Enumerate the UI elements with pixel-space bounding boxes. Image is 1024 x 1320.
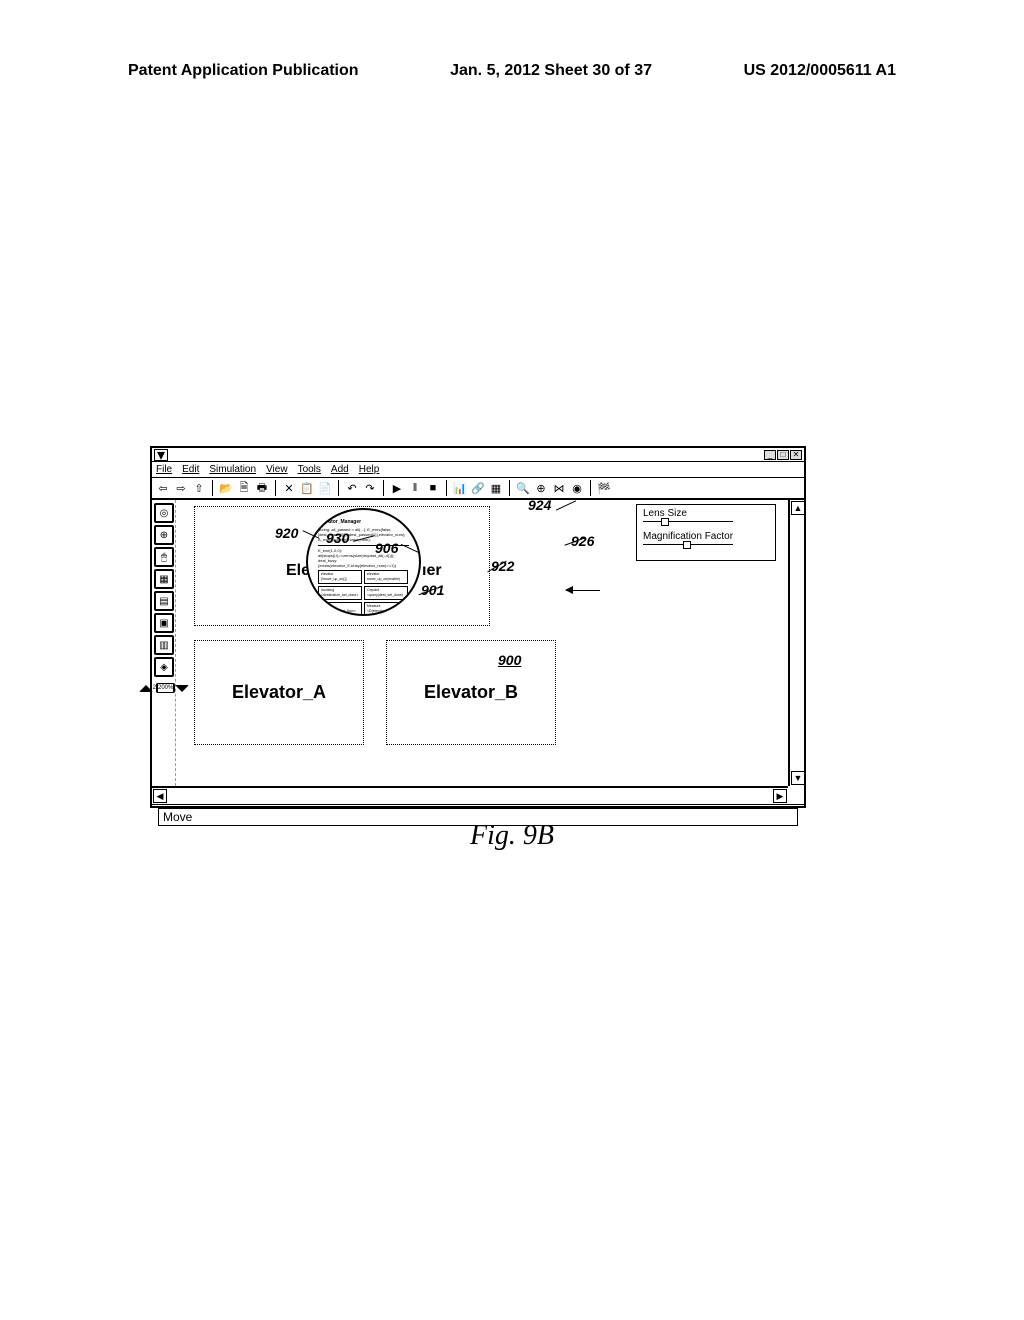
scroll-up-icon[interactable]: ▲	[791, 501, 805, 515]
open-icon[interactable]: 📂	[219, 481, 233, 495]
grid-icon[interactable]: ▦	[489, 481, 503, 495]
tool-7-icon[interactable]: ▥	[154, 635, 174, 655]
menu-view[interactable]: View	[266, 464, 288, 475]
application-window: ▾ _ □ ✕ File Edit Simulation View Tools …	[150, 446, 806, 808]
pause-icon[interactable]: ‖	[408, 481, 422, 495]
print-icon[interactable]: 🖶	[255, 481, 269, 495]
close-button[interactable]: ✕	[790, 450, 802, 460]
flag-icon[interactable]: 🏁	[597, 481, 611, 495]
paste-icon[interactable]: 📄	[318, 481, 332, 495]
target-icon[interactable]: ⊕	[534, 481, 548, 495]
canvas[interactable]: Ele ıer Elevator_Manager during: all_pas…	[176, 500, 788, 786]
scroll-down-icon[interactable]: ▼	[791, 771, 805, 785]
lens-size-thumb[interactable]	[661, 518, 669, 526]
vertical-scrollbar[interactable]: ▲ ▼	[788, 500, 804, 786]
menu-tools[interactable]: Tools	[298, 464, 321, 475]
title-bar: ▾ _ □ ✕	[152, 448, 804, 462]
arrow-pointer-icon	[566, 590, 600, 591]
block-elevator-a[interactable]: Elevator_A	[194, 640, 364, 745]
minimize-button[interactable]: _	[764, 450, 776, 460]
ref-924: 924	[528, 497, 551, 513]
manager-label-right: ıer	[422, 562, 442, 580]
lens-controls-panel: Lens Size Magnification Factor	[636, 504, 776, 561]
menu-bar: File Edit Simulation View Tools Add Help	[152, 462, 804, 478]
zoom-widget[interactable]: 2 200%	[154, 683, 174, 693]
lens-sep2: deal_busy: (exists(elevator_E,busy(eleva…	[318, 558, 409, 568]
back-icon[interactable]: ⇦	[156, 481, 170, 495]
tool-2-icon[interactable]: ⊕	[154, 525, 174, 545]
maximize-button[interactable]: □	[777, 450, 789, 460]
ref-900: 900	[498, 652, 521, 668]
tool-5-icon[interactable]: ▤	[154, 591, 174, 611]
menu-add[interactable]: Add	[331, 464, 349, 475]
redo-icon[interactable]: ↷	[363, 481, 377, 495]
stop-icon[interactable]: ■	[426, 481, 440, 495]
header-center: Jan. 5, 2012 Sheet 30 of 37	[450, 62, 652, 80]
undo-icon[interactable]: ↶	[345, 481, 359, 495]
lens-box-4: Onpoint <query(dest_set_done)	[364, 586, 408, 600]
header-left: Patent Application Publication	[128, 62, 359, 80]
ref-930: 930	[326, 530, 349, 546]
lens-box-1: elevator [!move_up_on()]	[318, 570, 362, 584]
menu-file[interactable]: File	[156, 464, 172, 475]
save-icon[interactable]: 🗎	[237, 481, 251, 495]
mag-factor-thumb[interactable]	[683, 541, 691, 549]
left-toolbar: ◎ ⊕ 🖱 ▦ ▤ ▣ ▥ ◈ 2 200%	[152, 500, 176, 786]
tool-6-icon[interactable]: ▣	[154, 613, 174, 633]
up-icon[interactable]: ⇧	[192, 481, 206, 495]
menu-help[interactable]: Help	[359, 464, 380, 475]
magnifier-lens[interactable]: Elevator_Manager during: all_passed = al…	[306, 508, 421, 616]
mag-factor-label: Magnification Factor	[643, 531, 769, 542]
tool-3-icon[interactable]: 🖱	[154, 547, 174, 567]
system-menu-icon[interactable]: ▾	[154, 449, 168, 461]
lens-title: Elevator_Manager	[318, 520, 409, 525]
ref-920: 920	[275, 525, 298, 541]
tool-8-icon[interactable]: ◈	[154, 657, 174, 677]
scroll-right-icon[interactable]: ▶	[773, 789, 787, 803]
figure-caption: Fig. 9B	[0, 820, 1024, 852]
record-icon[interactable]: ◉	[570, 481, 584, 495]
block-b-label: Elevator_B	[424, 682, 518, 703]
play-icon[interactable]: ▶	[390, 481, 404, 495]
scroll-left-icon[interactable]: ◀	[153, 789, 167, 803]
zoom-icon[interactable]: 🔍	[516, 481, 530, 495]
link-icon[interactable]: 🔗	[471, 481, 485, 495]
block-elevator-b[interactable]: Elevator_B	[386, 640, 556, 745]
header-right: US 2012/0005611 A1	[744, 62, 896, 80]
cut-icon[interactable]: ✕	[282, 481, 296, 495]
menu-simulation[interactable]: Simulation	[209, 464, 256, 475]
copy-icon[interactable]: 📋	[300, 481, 314, 495]
menu-edit[interactable]: Edit	[182, 464, 199, 475]
horizontal-scrollbar[interactable]: ◀ ▶	[152, 786, 788, 804]
tool-4-icon[interactable]: ▦	[154, 569, 174, 589]
ref-906: 906	[375, 540, 398, 556]
lens-box-2: elevator move_up_on(enable)	[364, 570, 408, 584]
forward-icon[interactable]: ⇨	[174, 481, 188, 495]
lens-size-slider[interactable]	[643, 521, 733, 527]
mag-factor-slider[interactable]	[643, 544, 733, 550]
tool-1-icon[interactable]: ◎	[154, 503, 174, 523]
toolbar: ⇦ ⇨ ⇧ 📂 🗎 🖶 ✕ 📋 📄 ↶ ↷ ▶ ‖ ■ 📊 🔗 ▦ 🔍 ⊕ ⋈ …	[152, 478, 804, 500]
binoculars-icon[interactable]: ⋈	[552, 481, 566, 495]
block-a-label: Elevator_A	[232, 682, 326, 703]
lens-box-3: Invoking <destination_set_done>	[318, 586, 362, 600]
chart-icon[interactable]: 📊	[453, 481, 467, 495]
